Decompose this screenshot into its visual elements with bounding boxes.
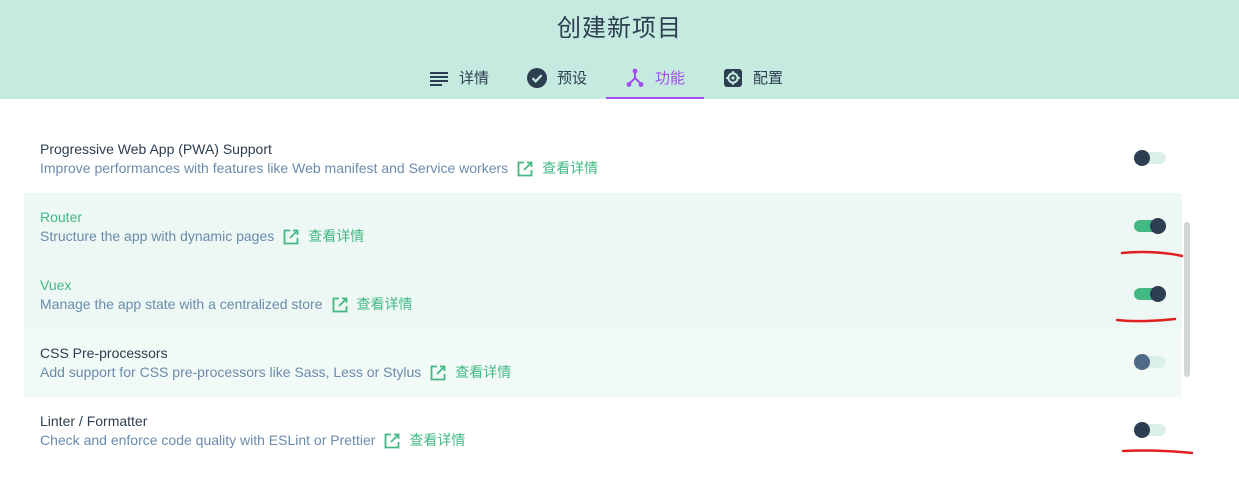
feature-description: Structure the app with dynamic pages 查看详… <box>40 227 1182 246</box>
feature-toggle-vuex[interactable] <box>1134 286 1166 302</box>
external-link-icon[interactable] <box>383 432 401 450</box>
toggle-knob <box>1134 354 1150 370</box>
more-details-link[interactable]: 查看详情 <box>357 295 413 314</box>
tab-features[interactable]: 功能 <box>606 56 704 99</box>
header: 创建新项目 详情 预设 功能 配置 <box>0 0 1239 99</box>
fork-icon <box>625 68 645 88</box>
tab-label: 详情 <box>458 70 489 87</box>
feature-toggle-router[interactable] <box>1134 218 1166 234</box>
tab-label: 功能 <box>654 70 685 87</box>
feature-description: Manage the app state with a centralized … <box>40 295 1182 314</box>
feature-description-text: Structure the app with dynamic pages <box>40 228 275 244</box>
more-details-link[interactable]: 查看详情 <box>308 227 364 246</box>
feature-description-text: Check and enforce code quality with ESLi… <box>40 432 376 448</box>
toggle-knob <box>1134 422 1150 438</box>
list-icon <box>429 68 449 88</box>
feature-description-text: Improve performances with features like … <box>40 160 509 176</box>
feature-name: Linter / Formatter <box>40 413 148 429</box>
tab-details[interactable]: 详情 <box>410 56 508 99</box>
feature-description: Improve performances with features like … <box>40 159 1182 178</box>
more-details-link[interactable]: 查看详情 <box>409 431 465 450</box>
feature-name: Router <box>40 209 83 225</box>
feature-toggle-linter[interactable] <box>1134 422 1166 438</box>
feature-list: Progressive Web App (PWA) Support Improv… <box>24 125 1182 465</box>
scrollbar-thumb[interactable] <box>1184 222 1190 377</box>
feature-row-vuex[interactable]: Vuex Manage the app state with a central… <box>24 261 1182 329</box>
feature-name: CSS Pre-processors <box>40 345 168 361</box>
feature-row-router[interactable]: Router Structure the app with dynamic pa… <box>24 193 1182 261</box>
check-circle-icon <box>526 67 547 88</box>
toggle-knob <box>1134 150 1150 166</box>
more-details-link[interactable]: 查看详情 <box>542 159 598 178</box>
feature-row-css-preprocessors[interactable]: CSS Pre-processors Add support for CSS p… <box>24 329 1182 397</box>
external-link-icon[interactable] <box>331 296 349 314</box>
feature-row-linter[interactable]: Linter / Formatter Check and enforce cod… <box>24 397 1182 465</box>
feature-toggle-pwa[interactable] <box>1134 150 1166 166</box>
feature-name: Vuex <box>40 277 72 293</box>
toggle-knob <box>1150 286 1166 302</box>
more-details-link[interactable]: 查看详情 <box>455 363 511 382</box>
feature-row-pwa[interactable]: Progressive Web App (PWA) Support Improv… <box>24 125 1182 193</box>
toggle-knob <box>1150 218 1166 234</box>
feature-description: Add support for CSS pre-processors like … <box>40 363 1182 382</box>
external-link-icon[interactable] <box>429 364 447 382</box>
external-link-icon[interactable] <box>282 228 300 246</box>
external-link-icon[interactable] <box>516 160 534 178</box>
feature-description-text: Manage the app state with a centralized … <box>40 296 323 312</box>
tab-bar: 详情 预设 功能 配置 <box>410 56 802 99</box>
tab-label: 配置 <box>752 70 783 87</box>
feature-toggle-css-preprocessors[interactable] <box>1134 354 1166 370</box>
tab-presets[interactable]: 预设 <box>508 56 606 99</box>
feature-name: Progressive Web App (PWA) Support <box>40 141 272 157</box>
tab-config[interactable]: 配置 <box>704 56 802 99</box>
feature-description: Check and enforce code quality with ESLi… <box>40 431 1182 450</box>
page-title: 创建新项目 <box>557 15 682 42</box>
feature-description-text: Add support for CSS pre-processors like … <box>40 364 422 380</box>
tab-label: 预设 <box>556 70 587 87</box>
gear-icon <box>723 68 743 88</box>
